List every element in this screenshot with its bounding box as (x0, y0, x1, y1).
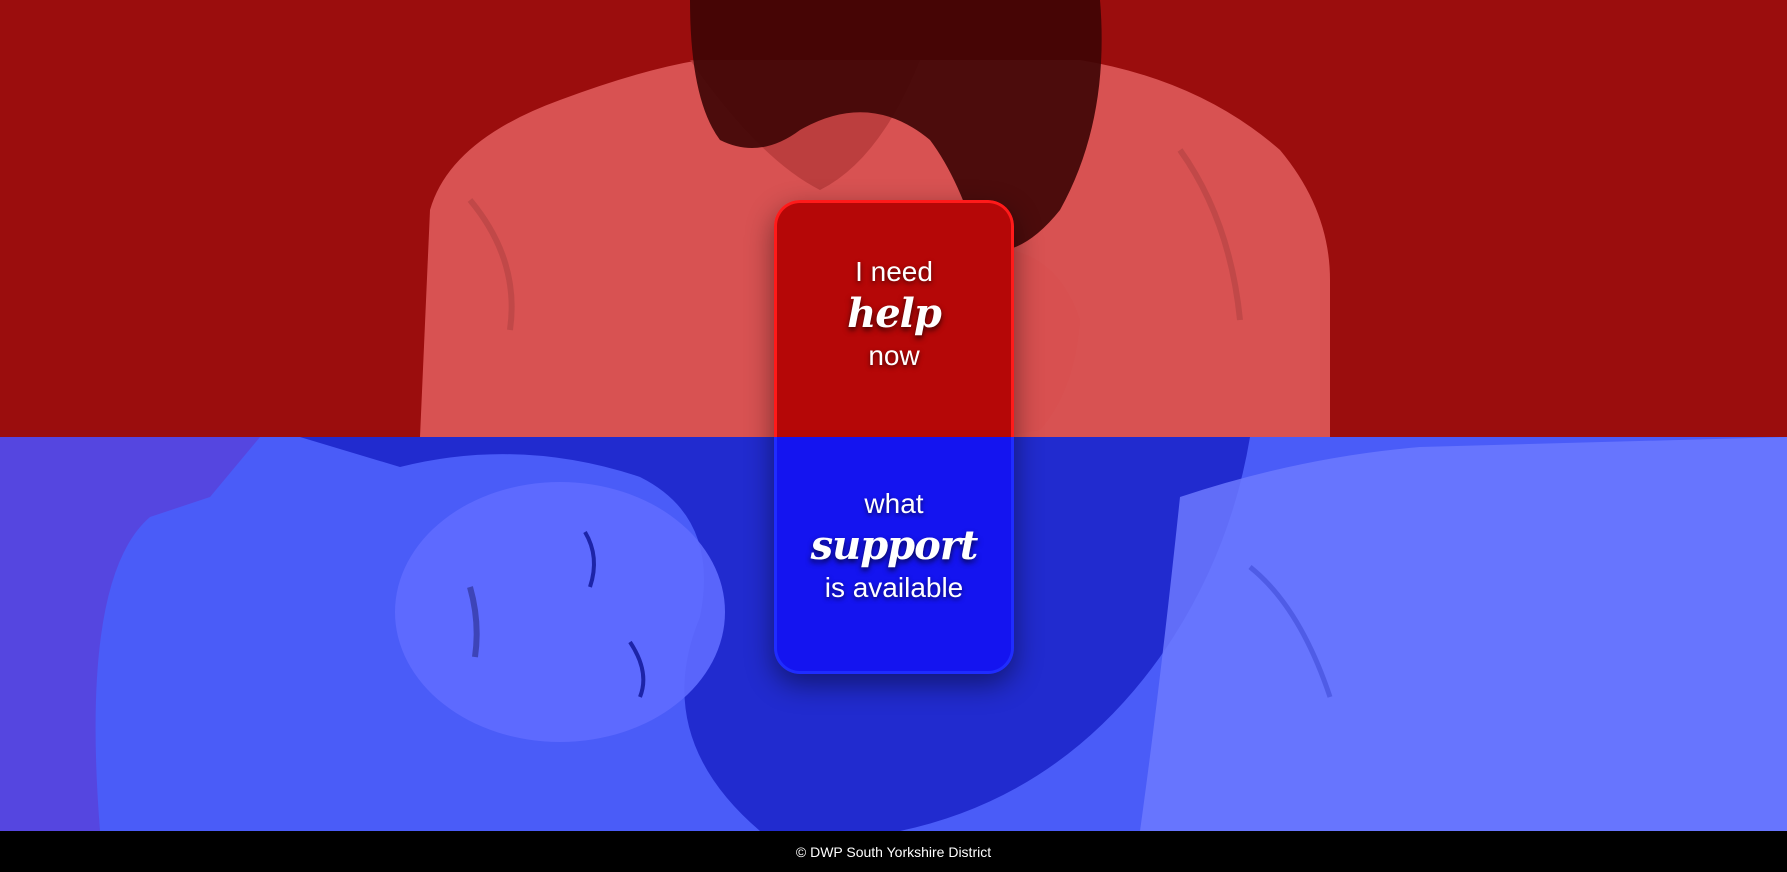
help-now-button[interactable]: I need help now (774, 200, 1014, 437)
help-emphasis: help (847, 290, 942, 337)
support-line-1: what (864, 488, 924, 519)
copyright-text: © DWP South Yorkshire District (795, 843, 992, 860)
choice-card: I need help now what support is availabl… (774, 200, 1014, 674)
support-emphasis: support (810, 522, 979, 569)
help-line-3: now (868, 340, 920, 371)
support-line-3: is available (824, 572, 964, 603)
landing-page: I need help now what support is availabl… (0, 0, 1787, 872)
support-available-button[interactable]: what support is available (774, 437, 1014, 674)
footer: © DWP South Yorkshire District (0, 831, 1787, 872)
help-line-1: I need (855, 256, 933, 287)
